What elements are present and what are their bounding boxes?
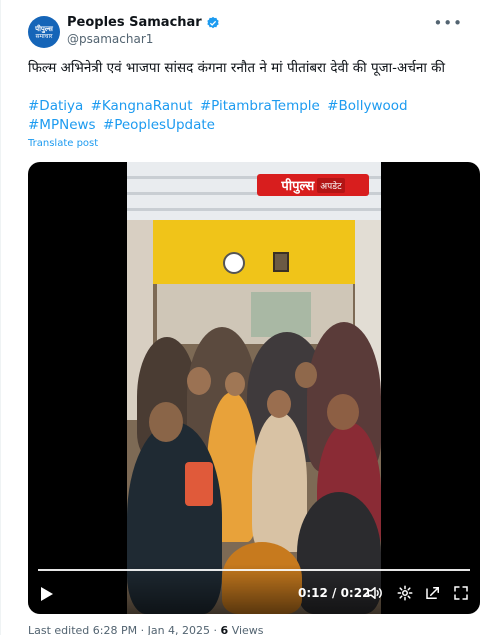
author-handle[interactable]: @psamachar1 (67, 32, 153, 46)
hashtag-link[interactable]: #MPNews (28, 117, 96, 133)
person-head (187, 367, 211, 395)
yellow-wall (127, 220, 381, 284)
person-head (327, 394, 359, 430)
fullscreen-icon[interactable] (452, 584, 470, 602)
hashtag-link[interactable]: #PitambraTemple (200, 98, 320, 114)
watermark-logo: पीपुल्स अपडेट (257, 174, 369, 196)
tweet-text: फिल्म अभिनेत्री एवं भाजपा सांसद कंगना रन… (28, 60, 446, 76)
views-label: Views (231, 624, 264, 635)
pip-icon[interactable] (424, 584, 442, 602)
hashtag-list: #Datiya #KangnaRanut #PitambraTemple #Bo… (28, 97, 468, 135)
more-options-icon[interactable]: ••• (433, 14, 463, 32)
edited-timestamp[interactable]: Last edited 6:28 PM · Jan 4, 2025 · (28, 624, 217, 635)
person-head (149, 402, 183, 442)
views-count: 6 (220, 624, 229, 635)
tweet-card: पीपुल्स समाचार Peoples Samachar @psamach… (0, 0, 481, 635)
display-name[interactable]: Peoples Samachar (67, 15, 202, 30)
hashtag-link[interactable]: #KangnaRanut (91, 98, 193, 114)
play-icon[interactable] (40, 586, 54, 602)
hashtag-link[interactable]: #Bollywood (327, 98, 407, 114)
progress-bar[interactable] (38, 569, 470, 571)
phone-in-hand (185, 462, 213, 506)
person-head (267, 390, 291, 418)
watermark-sub-text: अपडेट (317, 177, 345, 193)
wall-window (273, 252, 289, 272)
hashtag-link[interactable]: #PeoplesUpdate (103, 117, 215, 133)
author-name-row: Peoples Samachar (67, 15, 220, 30)
post-meta: Last edited 6:28 PM · Jan 4, 2025 · 6 Vi… (28, 624, 264, 635)
volume-icon[interactable] (366, 584, 384, 602)
video-frame: पीपुल्स अपडेट (127, 162, 381, 614)
avatar-text-line1: पीपुल्स (35, 24, 53, 33)
watermark-main-text: पीपुल्स (281, 179, 315, 194)
hashtag-link[interactable]: #Datiya (28, 98, 83, 114)
avatar-text-line2: समाचार (35, 32, 53, 40)
settings-icon[interactable] (396, 584, 414, 602)
time-display: 0:12 / 0:22 (298, 586, 371, 600)
doorway (251, 292, 311, 337)
person-head (225, 372, 245, 396)
ceiling-beam (127, 208, 381, 211)
verified-badge-icon (207, 16, 219, 28)
avatar[interactable]: पीपुल्स समाचार (28, 16, 60, 48)
video-player[interactable]: पीपुल्स अपडेट 0:12 / 0:22 (28, 162, 480, 614)
wall-clock (223, 252, 245, 274)
translate-post-link[interactable]: Translate post (28, 138, 98, 149)
person-head (295, 362, 317, 388)
